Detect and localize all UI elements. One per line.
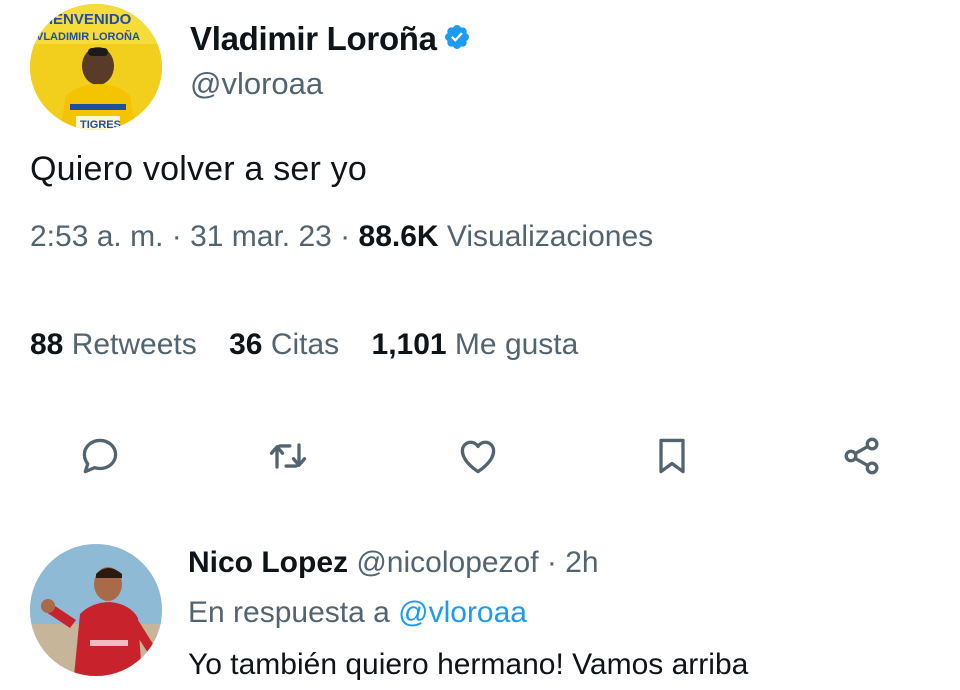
avatar-shirt-text: TIGRES [80, 119, 121, 130]
main-avatar[interactable]: BIENVENIDO VLADIMIR LOROÑA TIGRES [30, 4, 162, 130]
like-button[interactable] [450, 428, 506, 484]
reply-tweet: Nico Lopez @nicolopezof · 2h En respuest… [0, 530, 960, 690]
retweets-label: Retweets [63, 328, 197, 361]
share-icon [844, 437, 879, 475]
reply-time[interactable]: 2h [565, 546, 598, 579]
views-label[interactable]: Visualizaciones [439, 220, 653, 253]
quotes-count: 36 [229, 328, 263, 361]
tweet-text: Quiero volver a ser yo [30, 150, 367, 188]
tweet-date[interactable]: 31 mar. 23 [190, 220, 332, 253]
verified-badge-icon [443, 23, 471, 51]
reply-display-name[interactable]: Nico Lopez [188, 546, 348, 579]
quotes-stat[interactable]: 36 Citas [229, 328, 339, 361]
likes-count: 1,101 [371, 328, 447, 361]
like-icon [460, 440, 496, 474]
handle[interactable]: @vloroaa [190, 66, 471, 102]
reply-handle[interactable]: @nicolopezof [348, 546, 538, 579]
meta-separator: · [331, 220, 359, 253]
reply-avatar[interactable] [30, 544, 162, 676]
reply-icon [82, 438, 118, 474]
action-bar [0, 428, 960, 488]
bookmark-button[interactable] [644, 428, 700, 484]
display-name[interactable]: Vladimir Loroña [190, 20, 437, 57]
likes-label: Me gusta [446, 328, 579, 361]
reply-separator: · [538, 546, 566, 579]
replying-to: En respuesta a @vloroaa [188, 596, 527, 630]
likes-stat[interactable]: 1,101 Me gusta [372, 328, 579, 361]
main-tweet: BIENVENIDO VLADIMIR LOROÑA TIGRES Vladim… [0, 0, 960, 520]
tweet-meta: 2:53 a. m. · 31 mar. 23 · 88.6K Visualiz… [30, 220, 653, 254]
tweet-stats: 88 Retweets 36 Citas 1,101 Me gusta [30, 328, 602, 362]
replying-to-mention[interactable]: @vloroaa [398, 596, 527, 629]
views-count[interactable]: 88.6K [359, 220, 439, 253]
quotes-label: Citas [262, 328, 340, 361]
profile-photo: BIENVENIDO VLADIMIR LOROÑA TIGRES [30, 4, 162, 130]
retweet-button[interactable] [260, 428, 316, 484]
tweet-time[interactable]: 2:53 a. m. [30, 220, 163, 253]
retweets-stat[interactable]: 88 Retweets [30, 328, 197, 361]
avatar-banner-text-1: BIENVENIDO [38, 11, 132, 28]
share-button[interactable] [834, 428, 890, 484]
retweet-icon [269, 443, 307, 469]
reply-header: Nico Lopez @nicolopezof · 2h [188, 546, 599, 580]
meta-separator: · [163, 220, 191, 253]
retweets-count: 88 [30, 328, 64, 361]
profile-photo [30, 544, 162, 676]
avatar-banner-text-2: VLADIMIR LOROÑA [36, 30, 140, 43]
reply-button[interactable] [72, 428, 128, 484]
reply-text: Yo también quiero hermano! Vamos arriba [188, 648, 749, 681]
bookmark-icon [659, 438, 685, 474]
author-block: Vladimir Loroña @vloroaa [190, 20, 471, 102]
replying-to-label: En respuesta a [188, 596, 399, 629]
